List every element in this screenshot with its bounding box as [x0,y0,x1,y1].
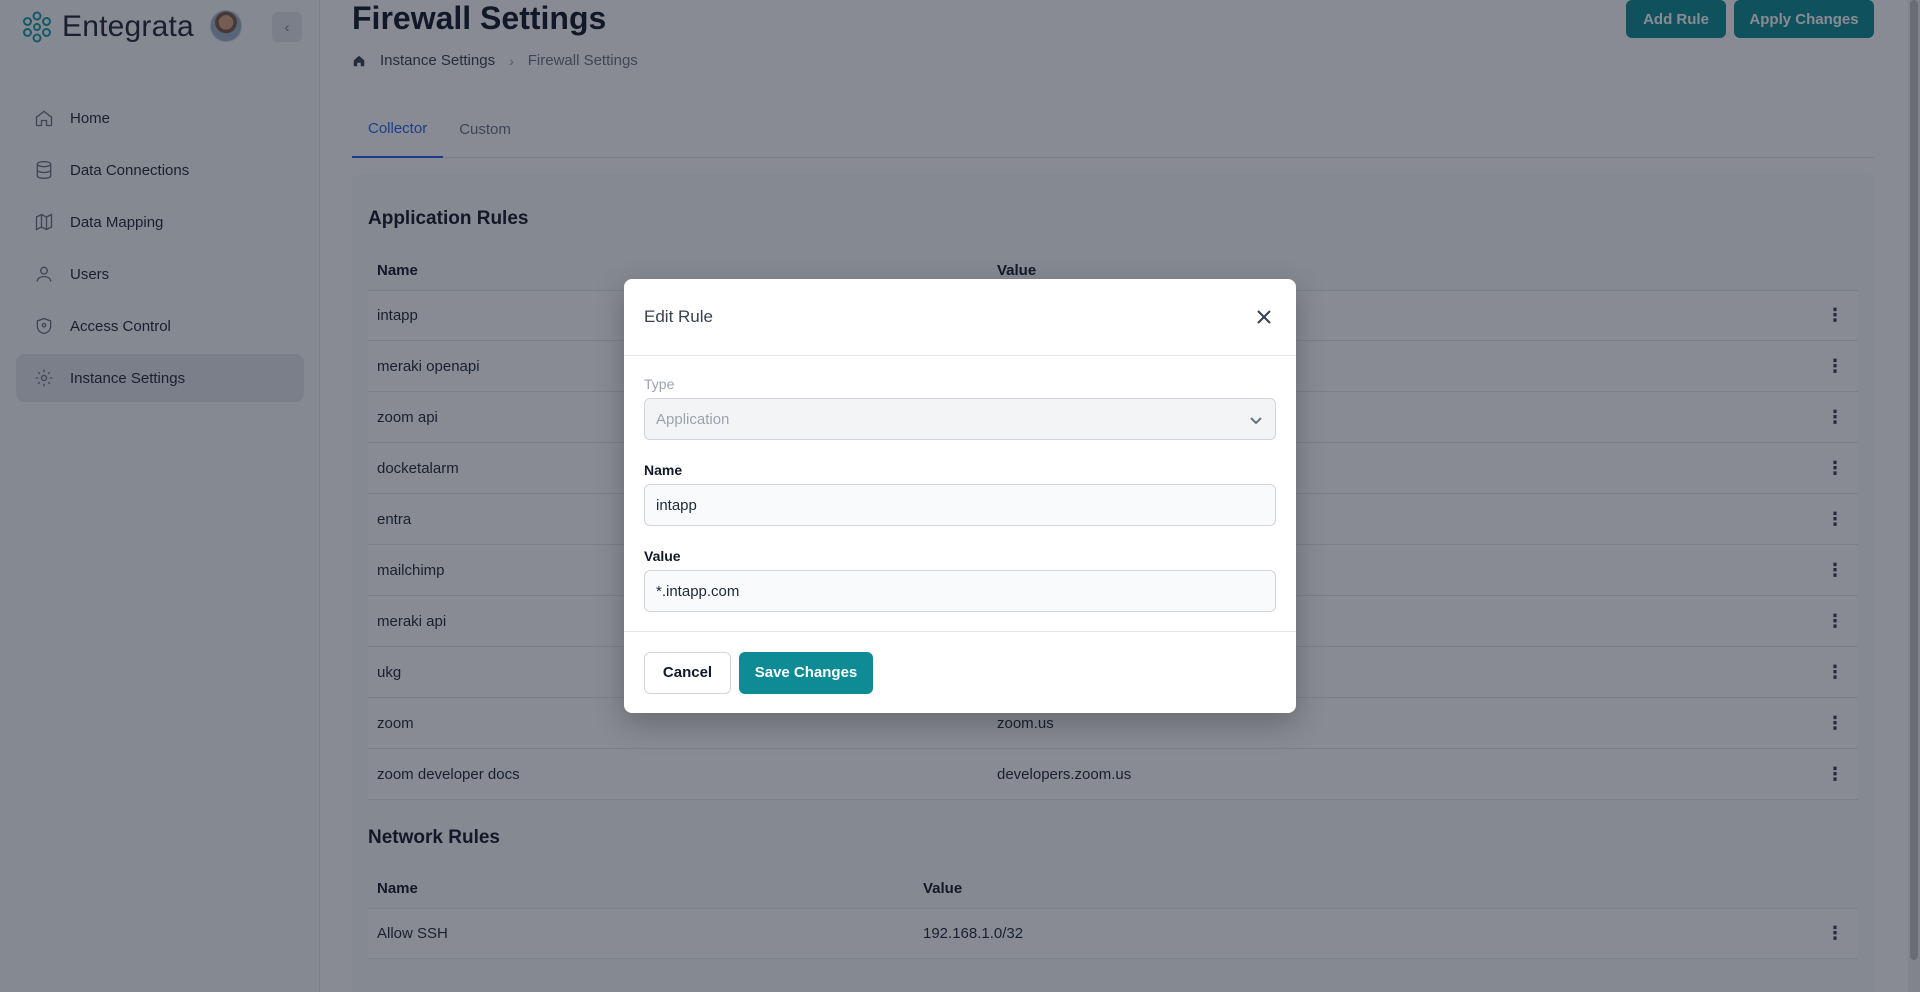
value-field-wrapper [644,570,1276,612]
close-button[interactable] [1252,305,1276,329]
name-input[interactable] [656,496,1264,514]
value-input[interactable] [656,582,1264,600]
value-label: Value [644,548,681,564]
type-label: Type [644,376,675,392]
close-icon [1257,310,1271,324]
save-changes-button[interactable]: Save Changes [739,651,873,694]
name-label: Name [644,462,683,478]
chevron-down-icon [1250,417,1262,425]
modal-header: Edit Rule [624,279,1296,356]
name-field-wrapper [644,484,1276,526]
edit-rule-dialog: Edit Rule Type Application Name Value Ca… [624,279,1296,713]
modal-title: Edit Rule [644,307,713,326]
type-select: Application [644,398,1276,440]
type-select-value: Application [656,410,730,428]
modal-footer: Cancel Save Changes [624,631,1296,713]
cancel-button[interactable]: Cancel [644,651,731,694]
